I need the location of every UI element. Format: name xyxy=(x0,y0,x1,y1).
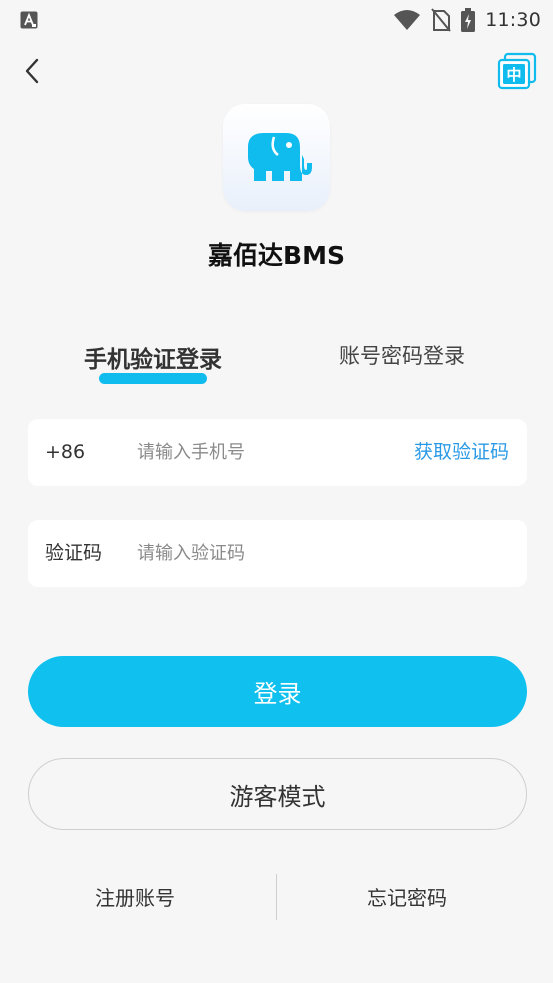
register-link[interactable]: 注册账号 xyxy=(95,882,175,911)
app-name: 嘉佰达BMS xyxy=(208,241,345,270)
status-icons: 11:30 xyxy=(393,6,541,34)
app-logo xyxy=(223,104,330,211)
phone-input[interactable] xyxy=(137,435,397,469)
wifi-icon xyxy=(394,10,421,30)
battery-charging-icon xyxy=(461,8,476,32)
language-label: 中 xyxy=(506,66,521,84)
guest-mode-button[interactable]: 游客模式 xyxy=(28,758,527,830)
active-tab-indicator xyxy=(99,373,207,384)
country-code[interactable]: +86 xyxy=(45,419,85,486)
code-label: 验证码 xyxy=(45,542,103,564)
code-field: 验证码 xyxy=(28,520,527,587)
login-button[interactable]: 登录 xyxy=(28,656,527,727)
status-time: 11:30 xyxy=(485,9,541,31)
back-button[interactable] xyxy=(14,53,50,89)
elephant-icon xyxy=(247,132,312,181)
code-input[interactable] xyxy=(137,536,397,570)
tab-password-login[interactable]: 账号密码登录 xyxy=(332,340,472,370)
login-screen: 11:30 中 嘉佰达BMS 手机验证登录 账号密码登录 +86 获取验证码 xyxy=(0,0,553,983)
get-code-button[interactable]: 获取验证码 xyxy=(414,419,509,486)
a-letter-icon xyxy=(20,11,38,29)
language-switch-button[interactable]: 中 xyxy=(497,52,537,90)
chevron-left-icon xyxy=(25,58,39,84)
phone-field: +86 获取验证码 xyxy=(28,419,527,486)
language-switch-icon: 中 xyxy=(497,52,537,90)
links-divider xyxy=(276,874,277,920)
no-sim-icon xyxy=(431,8,452,32)
status-bar: 11:30 xyxy=(0,0,553,40)
forgot-password-link[interactable]: 忘记密码 xyxy=(367,882,447,911)
tab-phone-login[interactable]: 手机验证登录 xyxy=(77,340,229,374)
